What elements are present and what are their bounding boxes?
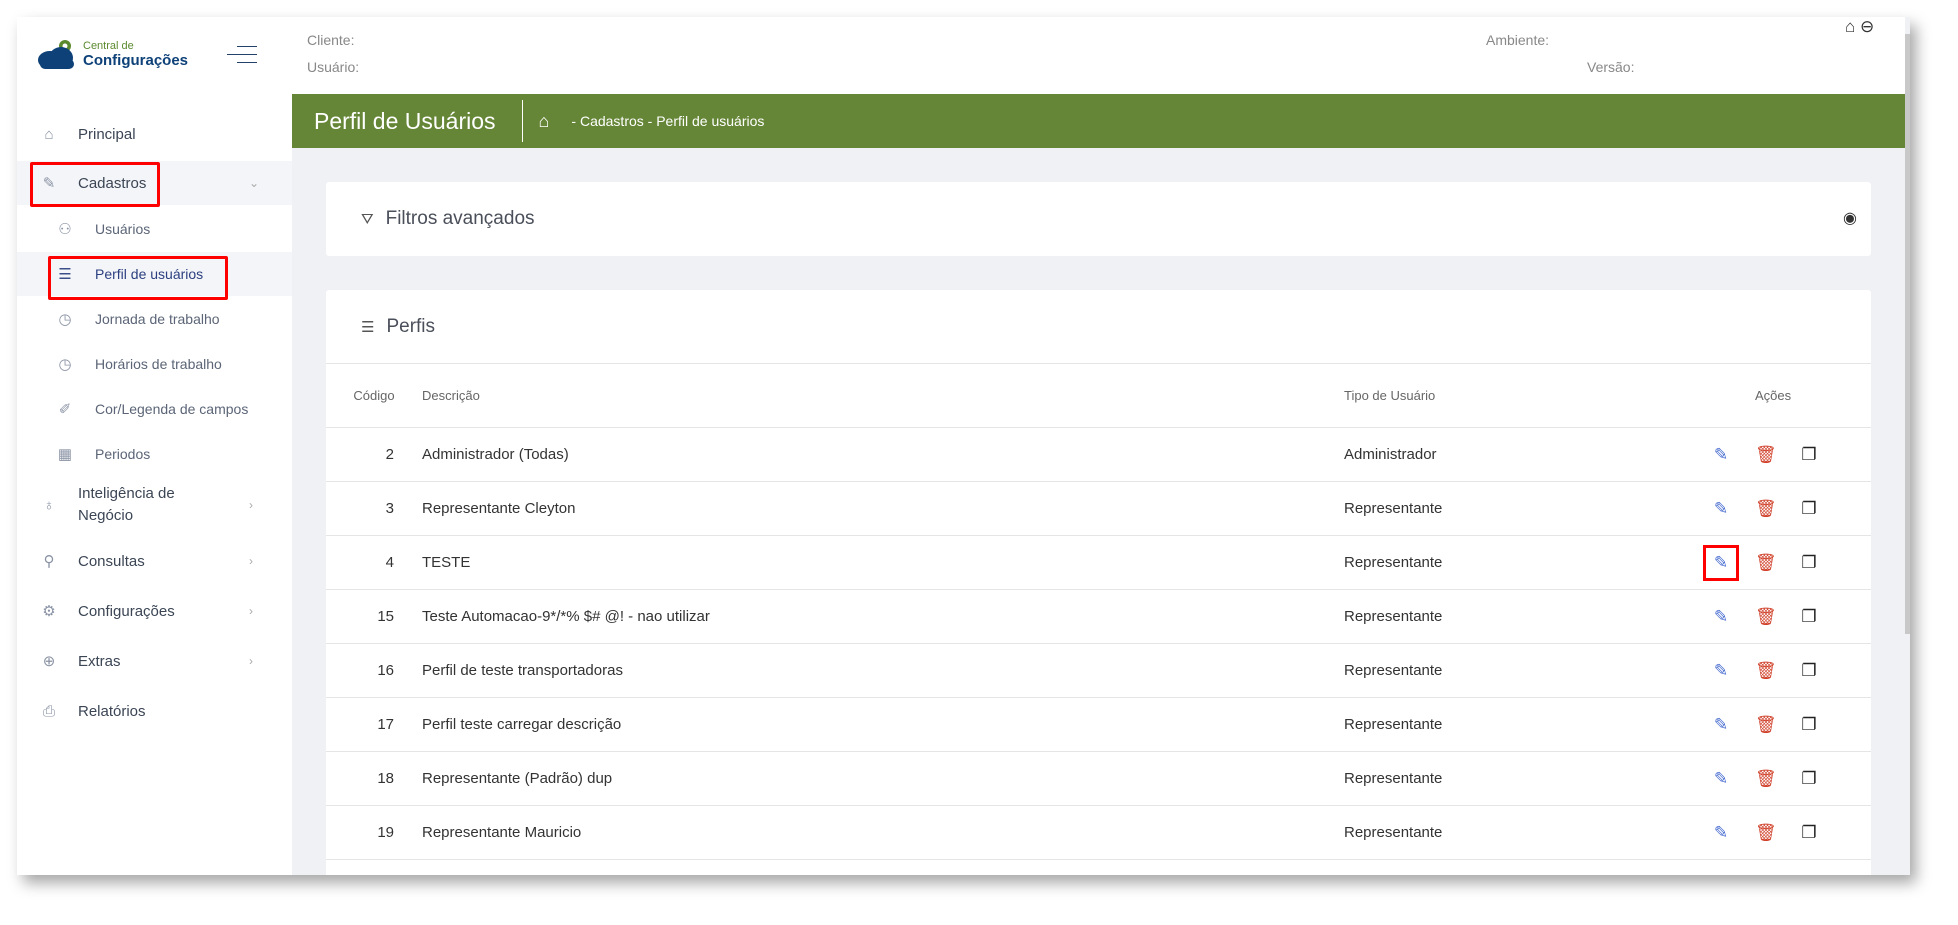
page-title: Perfil de Usuários [314,107,496,134]
highlight-box [48,256,228,300]
chevron-right-icon: › [249,554,253,568]
copy-icon[interactable]: ❐ [1799,661,1819,681]
sidebar: ⌂ Principal ✎ Cadastros ⌄ ⚇ Usuários ☰ Perfil… [17,94,292,875]
profiles-header: ☰ Perfis [361,315,436,337]
clock-icon: ◷ [58,356,72,373]
versao-label: Versão: [1587,59,1635,75]
filters-header[interactable]: ⛛ Filtros avançados [326,182,1871,256]
home-icon[interactable]: ⌂ [1845,17,1855,36]
sidebar-item-periodos[interactable]: ▦ Periodos [17,432,292,476]
lightbulb-icon: ♁ [43,496,55,514]
users-icon: ⚇ [58,221,72,238]
edit-icon[interactable]: ✎ [1711,607,1731,627]
table-row: 4 TESTE Representante ✎ 🗑︎ ❐ [326,535,1871,590]
trash-icon[interactable]: 🗑︎ [1755,769,1777,789]
cloud-gear-icon [38,40,74,69]
highlight-box [30,162,160,207]
checklist-icon: ☰ [361,318,375,336]
table-row: 18 Representante (Padrão) dup Representa… [326,751,1871,806]
filter-icon: ⛛ [361,210,374,228]
trash-icon[interactable]: 🗑︎ [1755,607,1777,627]
clock-icon: ◷ [58,311,72,328]
pencil-icon: ✐ [58,401,72,418]
copy-icon[interactable]: ❐ [1799,823,1819,843]
edit-icon[interactable]: ✎ [1711,445,1731,465]
menu-toggle-icon[interactable] [227,44,257,64]
copy-icon[interactable]: ❐ [1799,499,1819,519]
logo: Central de Configurações [37,39,188,69]
gear-icon: ⚙ [42,603,56,620]
breadcrumb: - Cadastros - Perfil de usuários [571,113,765,129]
plus-circle-icon: ⊕ [42,653,56,670]
edit-icon[interactable]: ✎ [1711,499,1731,519]
trash-icon[interactable]: 🗑︎ [1755,661,1777,681]
scrollbar[interactable] [1905,34,1910,634]
profiles-card: ☰ Perfis Código Descrição Tipo de Usuário… [326,290,1871,875]
trash-icon[interactable]: 🗑︎ [1755,445,1777,465]
cliente-label: Cliente: [307,32,355,48]
chevron-right-icon: › [249,654,253,668]
sidebar-item-horarios[interactable]: ◷ Horários de trabalho [17,342,292,386]
edit-icon[interactable]: ✎ [1711,769,1731,789]
app-window: Central de Configurações Cliente: Usuári… [17,17,1910,875]
copy-icon[interactable]: ❐ [1799,445,1819,465]
sidebar-item-usuarios[interactable]: ⚇ Usuários [17,207,292,251]
copy-icon[interactable]: ❐ [1799,769,1819,789]
copy-icon[interactable]: ❐ [1799,553,1819,573]
usuario-label: Usuário: [307,59,360,75]
table-row: 2 Administrador (Todas) Administrador ✎ 🗑… [326,427,1871,482]
trash-icon[interactable]: 🗑︎ [1755,499,1777,519]
filters-card: ⛛ Filtros avançados ◉ [326,182,1871,256]
top-header: Central de Configurações Cliente: Usuári… [17,17,1905,94]
calendar-icon: ▦ [57,446,73,463]
sidebar-item-cor-legenda[interactable]: ✐ Cor/Legenda de campos [17,387,292,431]
page-title-bar: Perfil de Usuários ⌂ - Cadastros - Perfi… [292,94,1905,148]
copy-icon[interactable]: ❐ [1799,607,1819,627]
profiles-table: Código Descrição Tipo de Usuário Ações 2… [326,363,1871,860]
trash-icon[interactable]: 🗑︎ [1755,553,1777,573]
eye-icon[interactable]: ◉ [1843,208,1857,228]
home-icon[interactable]: ⌂ [539,111,550,132]
trash-icon[interactable]: 🗑︎ [1755,823,1777,843]
table-row: 17 Perfil teste carregar descrição Repre… [326,697,1871,752]
table-row: 15 Teste Automacao-9*/*% $# @! - nao uti… [326,589,1871,644]
copy-icon[interactable]: ❐ [1799,715,1819,735]
chevron-right-icon: › [249,604,253,618]
table-row: 16 Perfil de teste transportadoras Repre… [326,643,1871,698]
chevron-down-icon: ⌄ [249,176,260,190]
edit-icon[interactable]: ✎ [1711,661,1731,681]
edit-icon[interactable]: ✎ [1711,823,1731,843]
logo-line1: Central de [83,39,134,52]
sidebar-item-extras[interactable]: ⊕ Extras › [17,639,292,683]
search-icon: ⚲ [43,553,55,570]
logo-line2: Configurações [83,51,189,69]
table-row: 3 Representante Cleyton Representante ✎ 🗑… [326,481,1871,536]
chevron-right-icon: › [249,498,253,512]
edit-icon[interactable]: ✎ [1703,544,1739,581]
sidebar-item-configuracoes[interactable]: ⚙ Configurações › [17,589,292,633]
table-row: 19 Representante Mauricio Representante … [326,805,1871,860]
sidebar-item-inteligencia[interactable]: ♁ Inteligência de Negócio › [17,477,292,533]
sidebar-item-relatorios[interactable]: ⎙ Relatórios [17,689,292,733]
logout-icon[interactable]: ⊖ [1860,17,1874,36]
edit-icon[interactable]: ✎ [1711,715,1731,735]
ambiente-label: Ambiente: [1486,32,1550,48]
sidebar-item-jornada[interactable]: ◷ Jornada de trabalho [17,297,292,341]
sidebar-item-principal[interactable]: ⌂ Principal [17,112,292,156]
home-icon: ⌂ [44,125,54,143]
trash-icon[interactable]: 🗑︎ [1755,715,1777,735]
printer-icon: ⎙ [42,702,55,720]
sidebar-item-consultas[interactable]: ⚲ Consultas › [17,539,292,583]
